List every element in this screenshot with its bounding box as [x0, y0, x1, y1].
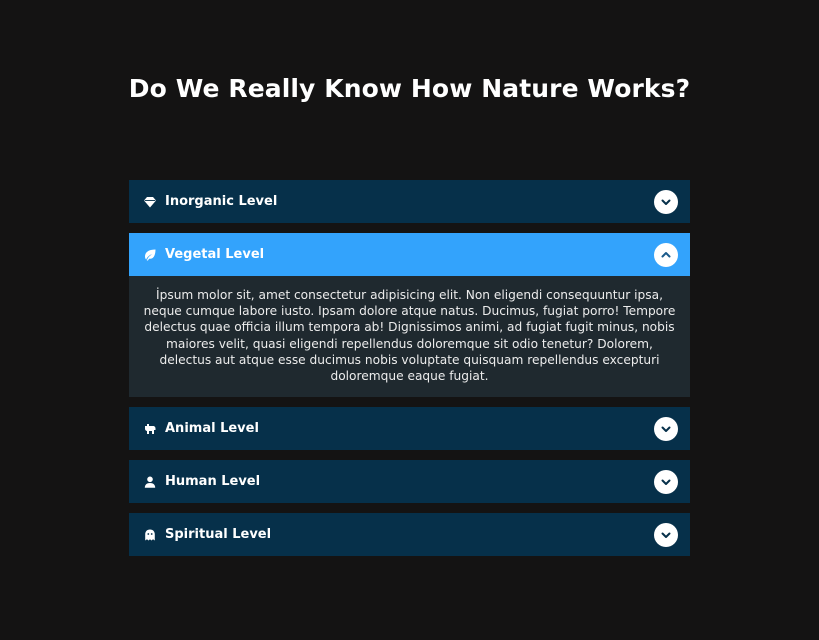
gem-icon	[143, 195, 156, 208]
accordion-item-human: Human Level	[129, 460, 690, 503]
accordion-item-inorganic: Inorganic Level	[129, 180, 690, 223]
chevron-down-icon[interactable]	[654, 522, 678, 547]
accordion-label: Vegetal Level	[165, 247, 265, 262]
accordion-label: Inorganic Level	[165, 194, 278, 209]
chevron-down-icon[interactable]	[654, 416, 678, 441]
accordion-item-animal: Animal Level	[129, 407, 690, 450]
accordion: Inorganic Level Vegetal Level İpsum molo…	[129, 180, 690, 566]
accordion-header-vegetal[interactable]: Vegetal Level	[129, 233, 690, 276]
accordion-header-human[interactable]: Human Level	[129, 460, 690, 503]
hippo-icon	[143, 422, 156, 435]
accordion-header-animal[interactable]: Animal Level	[129, 407, 690, 450]
accordion-header-inorganic[interactable]: Inorganic Level	[129, 180, 690, 223]
accordion-item-spiritual: Spiritual Level	[129, 513, 690, 556]
accordion-item-vegetal: Vegetal Level İpsum molor sit, amet cons…	[129, 233, 690, 397]
ghost-icon	[143, 528, 156, 541]
leaf-icon	[143, 248, 156, 261]
chevron-down-icon[interactable]	[654, 469, 678, 494]
accordion-label: Human Level	[165, 474, 261, 489]
chevron-up-icon[interactable]	[654, 242, 678, 267]
accordion-label: Animal Level	[165, 421, 259, 436]
chevron-down-icon[interactable]	[654, 189, 678, 214]
accordion-panel-content: İpsum molor sit, amet consectetur adipis…	[129, 276, 690, 397]
accordion-header-spiritual[interactable]: Spiritual Level	[129, 513, 690, 556]
accordion-label: Spiritual Level	[165, 527, 272, 542]
user-icon	[143, 475, 156, 488]
page-title: Do We Really Know How Nature Works?	[128, 74, 691, 103]
